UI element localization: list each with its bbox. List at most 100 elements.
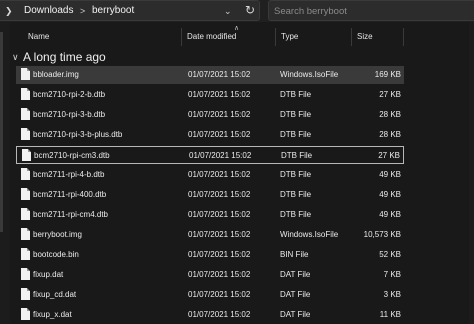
file-size: 49 KB — [379, 190, 401, 199]
file-date: 01/07/2021 15:02 — [188, 250, 251, 259]
search-box[interactable]: Search berryboot — [268, 0, 474, 21]
file-size: 169 KB — [374, 70, 401, 79]
search-input[interactable]: Search berryboot — [274, 6, 347, 17]
file-size: 7 KB — [383, 270, 401, 279]
chevron-right-icon[interactable]: ❯ — [5, 6, 13, 17]
file-row[interactable]: bcm2710-rpi-cm3.dtb 01/07/2021 15:02 DTB… — [16, 146, 404, 164]
file-date: 01/07/2021 15:02 — [189, 151, 252, 160]
file-date: 01/07/2021 15:02 — [188, 210, 251, 219]
file-row[interactable]: bcm2711-rpi-4-b.dtb 01/07/2021 15:02 DTB… — [16, 166, 404, 184]
file-size: 11 KB — [379, 310, 401, 319]
file-size: 3 KB — [383, 290, 401, 299]
file-date: 01/07/2021 15:02 — [188, 310, 251, 319]
column-divider[interactable] — [403, 28, 404, 46]
file-type: DTB File — [280, 130, 312, 139]
file-type: DAT File — [280, 310, 311, 319]
file-icon — [21, 88, 30, 100]
file-type: DTB File — [280, 110, 312, 119]
file-type: DTB File — [280, 190, 312, 199]
file-name: fixup_x.dat — [33, 310, 72, 319]
file-row[interactable]: bcm2710-rpi-3-b-plus.dtb 01/07/2021 15:0… — [16, 126, 404, 144]
file-size: 49 KB — [379, 210, 401, 219]
file-name: bcm2710-rpi-cm3.dtb — [34, 151, 110, 160]
chevron-down-icon[interactable]: ∨ — [12, 52, 19, 63]
file-size: 28 KB — [379, 110, 401, 119]
file-type: BIN File — [280, 250, 309, 259]
file-icon — [21, 68, 30, 80]
file-icon — [21, 228, 30, 240]
file-icon — [21, 308, 30, 320]
file-row[interactable]: bcm2711-rpi-400.dtb 01/07/2021 15:02 DTB… — [16, 186, 404, 204]
file-name: berryboot.img — [33, 230, 82, 239]
file-icon — [21, 108, 30, 120]
file-icon — [22, 149, 31, 161]
file-row[interactable]: bcm2710-rpi-2-b.dtb 01/07/2021 15:02 DTB… — [16, 86, 404, 104]
file-icon — [21, 288, 30, 300]
file-name: bcm2711-rpi-cm4.dtb — [33, 210, 108, 219]
file-date: 01/07/2021 15:02 — [188, 130, 251, 139]
breadcrumb-berryboot[interactable]: berryboot — [92, 5, 134, 16]
sort-up-icon: ∧ — [234, 25, 240, 32]
nav-scrollbar[interactable] — [0, 32, 3, 232]
file-name: bootcode.bin — [33, 250, 79, 259]
navigation-pane[interactable] — [0, 22, 10, 324]
column-divider[interactable] — [181, 28, 182, 46]
file-row[interactable]: bcm2711-rpi-cm4.dtb 01/07/2021 15:02 DTB… — [16, 206, 404, 224]
file-name: bcm2710-rpi-3-b-plus.dtb — [33, 130, 123, 139]
file-date: 01/07/2021 15:02 — [188, 290, 251, 299]
breadcrumb-downloads[interactable]: Downloads — [24, 5, 73, 16]
file-row[interactable]: bbloader.img 01/07/2021 15:02 Windows.Is… — [16, 66, 404, 84]
file-date: 01/07/2021 15:02 — [188, 190, 251, 199]
column-divider[interactable] — [351, 28, 352, 46]
file-date: 01/07/2021 15:02 — [188, 70, 251, 79]
file-date: 01/07/2021 15:02 — [188, 90, 251, 99]
file-row[interactable]: bcm2710-rpi-3-b.dtb 01/07/2021 15:02 DTB… — [16, 106, 404, 124]
column-name[interactable]: Name — [28, 32, 49, 41]
file-type: DTB File — [280, 210, 312, 219]
file-size: 10,573 KB — [363, 230, 401, 239]
file-icon — [21, 128, 30, 140]
file-type: DAT File — [280, 270, 311, 279]
file-size: 27 KB — [379, 90, 401, 99]
file-row[interactable]: fixup_cd.dat 01/07/2021 15:02 DAT File 3… — [16, 286, 404, 304]
file-row[interactable]: bootcode.bin 01/07/2021 15:02 BIN File 5… — [16, 246, 404, 264]
refresh-icon[interactable]: ↻ — [245, 3, 255, 17]
file-type: DAT File — [280, 290, 311, 299]
group-label: A long time ago — [23, 50, 106, 64]
address-bar[interactable]: ❯ Downloads > berryboot ⌄ — [0, 0, 260, 21]
file-date: 01/07/2021 15:02 — [188, 110, 251, 119]
file-type: DTB File — [280, 170, 312, 179]
file-row[interactable]: fixup.dat 01/07/2021 15:02 DAT File 7 KB — [16, 266, 404, 284]
file-name: bcm2711-rpi-4-b.dtb — [33, 170, 105, 179]
file-name: bcm2710-rpi-3-b.dtb — [33, 110, 106, 119]
top-bar: ❯ Downloads > berryboot ⌄ ↻ Search berry… — [0, 0, 474, 22]
file-type: Windows.IsoFile — [280, 70, 339, 79]
column-size[interactable]: Size — [357, 32, 373, 41]
vertical-scrollbar[interactable] — [469, 22, 474, 324]
file-date: 01/07/2021 15:02 — [188, 170, 251, 179]
column-divider[interactable] — [275, 28, 276, 46]
file-name: fixup.dat — [33, 270, 64, 279]
file-name: bcm2710-rpi-2-b.dtb — [33, 90, 106, 99]
column-headers: Name ∧ Date modified Type Size — [10, 22, 474, 48]
column-date-modified[interactable]: Date modified — [187, 32, 236, 41]
file-date: 01/07/2021 15:02 — [188, 270, 251, 279]
file-row[interactable]: fixup_x.dat 01/07/2021 15:02 DAT File 11… — [16, 306, 404, 324]
file-icon — [21, 168, 30, 180]
breadcrumb-separator[interactable]: > — [80, 6, 85, 16]
file-size: 28 KB — [379, 130, 401, 139]
file-type: Windows.IsoFile — [280, 230, 339, 239]
file-size: 27 KB — [378, 151, 400, 160]
file-size: 49 KB — [379, 170, 401, 179]
file-icon — [21, 188, 30, 200]
file-name: bcm2711-rpi-400.dtb — [33, 190, 107, 199]
file-date: 01/07/2021 15:02 — [188, 230, 251, 239]
column-type[interactable]: Type — [281, 32, 298, 41]
file-icon — [21, 208, 30, 220]
file-size: 52 KB — [379, 250, 401, 259]
chevron-down-icon[interactable]: ⌄ — [224, 6, 232, 17]
file-type: DTB File — [281, 151, 313, 160]
file-icon — [21, 268, 30, 280]
file-row[interactable]: berryboot.img 01/07/2021 15:02 Windows.I… — [16, 226, 404, 244]
file-name: fixup_cd.dat — [33, 290, 77, 299]
